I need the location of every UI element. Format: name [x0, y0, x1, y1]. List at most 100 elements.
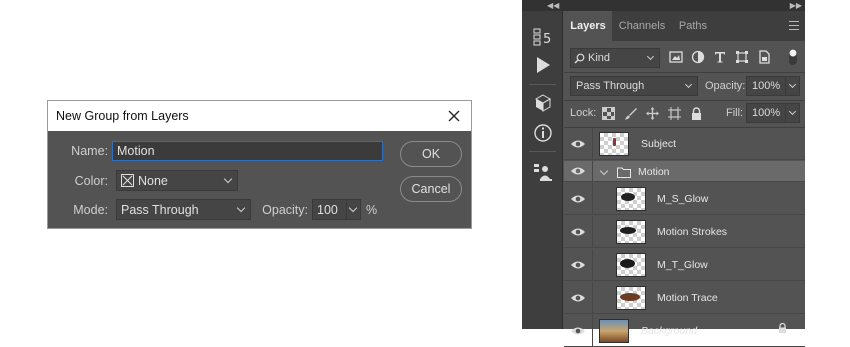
visibility-column: [592, 183, 593, 214]
chevron-down-icon: [348, 203, 358, 212]
dialog-titlebar: New Group from Layers: [48, 101, 471, 131]
layer-thumbnail: [616, 286, 646, 310]
tab-layers[interactable]: Layers: [564, 11, 612, 41]
layer-name: Motion: [638, 166, 670, 178]
adjustment-filter-icon[interactable]: [691, 50, 705, 64]
color-select[interactable]: None: [116, 170, 238, 191]
type-filter-icon[interactable]: [713, 50, 727, 64]
name-field[interactable]: Motion: [112, 141, 383, 161]
panel-divider: [564, 100, 805, 101]
panel-divider: [564, 72, 805, 73]
new-group-dialog: New Group from Layers Name: Motion Color…: [47, 100, 472, 229]
mode-select[interactable]: Pass Through: [116, 199, 251, 220]
opacity-unit: %: [366, 203, 378, 217]
layer-name: Subject: [641, 138, 677, 150]
svg-text:5: 5: [543, 32, 551, 47]
layer-row[interactable]: M_T_Glow: [564, 249, 805, 281]
tab-paths[interactable]: Paths: [672, 11, 714, 41]
eye-icon[interactable]: [570, 326, 586, 336]
panel-icon-strip: 5: [522, 11, 563, 329]
filter-kind-label: Kind: [588, 52, 611, 64]
history-icon[interactable]: 5: [532, 26, 554, 48]
lock-image-pixels-icon[interactable]: [624, 107, 637, 120]
photoshop-panel-dock: ◀◀ ▶▶ 5 Layers Channels Paths Kind Pass …: [522, 0, 805, 347]
opacity-input-value: 100%: [752, 80, 781, 92]
close-icon[interactable]: [445, 107, 463, 125]
lock-transparent-pixels-icon[interactable]: [602, 107, 615, 120]
mode-select-value: Pass Through: [121, 202, 199, 217]
color-label: Color:: [74, 174, 108, 188]
chevron-down-icon: [223, 174, 233, 183]
opacity-label: Opacity:: [262, 203, 308, 217]
collapse-right-icon[interactable]: ▶▶: [790, 1, 802, 10]
no-color-icon: [121, 174, 134, 187]
shape-filter-icon[interactable]: [735, 50, 749, 64]
ok-button[interactable]: OK: [400, 141, 462, 167]
chevron-down-icon: [788, 80, 797, 89]
layer-thumbnail: [616, 220, 646, 244]
blend-mode-select[interactable]: Pass Through: [570, 76, 698, 96]
filter-toggle-switch[interactable]: [788, 48, 798, 66]
opacity-field-value: 100: [317, 202, 338, 217]
layer-thumbnail: [616, 253, 646, 277]
layer-name: Motion Strokes: [657, 226, 728, 238]
lock-position-icon[interactable]: [646, 107, 659, 120]
group-row[interactable]: Motion: [564, 161, 805, 182]
name-field-value: Motion: [117, 144, 155, 158]
info-icon[interactable]: [532, 122, 554, 144]
opacity-field[interactable]: 100: [312, 199, 347, 220]
eye-icon[interactable]: [570, 166, 586, 176]
collapse-left-icon[interactable]: ◀◀: [547, 1, 559, 10]
folder-icon: [617, 167, 631, 178]
layer-comps-icon[interactable]: [532, 161, 554, 183]
fill-dropdown[interactable]: [785, 103, 800, 123]
panel-tabs: Layers Channels Paths: [564, 11, 805, 41]
eye-icon[interactable]: [570, 260, 586, 270]
layer-name: M_T_Glow: [657, 259, 708, 271]
lock-all-icon[interactable]: [690, 107, 703, 120]
layer-row[interactable]: Motion Trace: [564, 282, 805, 314]
opacity-label: Opacity:: [705, 80, 746, 92]
smart-object-filter-icon[interactable]: [757, 50, 771, 64]
mode-label: Mode:: [73, 203, 108, 217]
visibility-column: [592, 282, 593, 313]
strip-divider: [529, 151, 556, 152]
panel-menu-icon[interactable]: [789, 21, 799, 30]
artboard-autonest-icon[interactable]: [668, 107, 681, 120]
chevron-down-icon: [684, 80, 693, 89]
play-actions-icon[interactable]: [532, 54, 554, 76]
fill-label: Fill:: [726, 107, 744, 119]
search-icon: [574, 53, 585, 63]
layer-name: M_S_Glow: [657, 193, 709, 205]
fill-input-value: 100%: [752, 107, 781, 119]
lock-icon: [779, 323, 786, 333]
layer-row[interactable]: Motion Strokes: [564, 216, 805, 248]
opacity-dropdown[interactable]: [785, 76, 800, 96]
eye-icon[interactable]: [570, 194, 586, 204]
layer-name: Motion Trace: [657, 292, 718, 304]
layer-row[interactable]: M_S_Glow: [564, 183, 805, 215]
layers-panel: Layers Channels Paths Kind Pass Through …: [564, 11, 805, 347]
fill-input[interactable]: 100%: [746, 103, 786, 123]
eye-icon[interactable]: [570, 293, 586, 303]
eye-icon[interactable]: [570, 227, 586, 237]
opacity-input[interactable]: 100%: [746, 76, 786, 96]
eye-icon[interactable]: [570, 139, 586, 149]
layer-thumbnail: [599, 132, 629, 156]
layer-row[interactable]: Subject: [564, 128, 805, 160]
filter-kind-select[interactable]: Kind: [570, 48, 660, 68]
layer-thumbnail: [599, 319, 629, 343]
chevron-down-icon[interactable]: [599, 166, 609, 176]
layer-name: Background: [641, 325, 698, 337]
visibility-column: [592, 249, 593, 280]
pixel-filter-icon[interactable]: [669, 50, 683, 64]
opacity-dropdown[interactable]: [346, 199, 361, 220]
layer-thumbnail: [616, 187, 646, 211]
3d-cube-icon[interactable]: [532, 92, 554, 114]
layer-row[interactable]: Background: [564, 315, 805, 347]
cancel-button[interactable]: Cancel: [400, 176, 462, 202]
name-label: Name:: [71, 144, 108, 158]
blend-mode-value: Pass Through: [576, 80, 645, 92]
tab-channels[interactable]: Channels: [612, 11, 672, 41]
dialog-title: New Group from Layers: [56, 109, 189, 123]
